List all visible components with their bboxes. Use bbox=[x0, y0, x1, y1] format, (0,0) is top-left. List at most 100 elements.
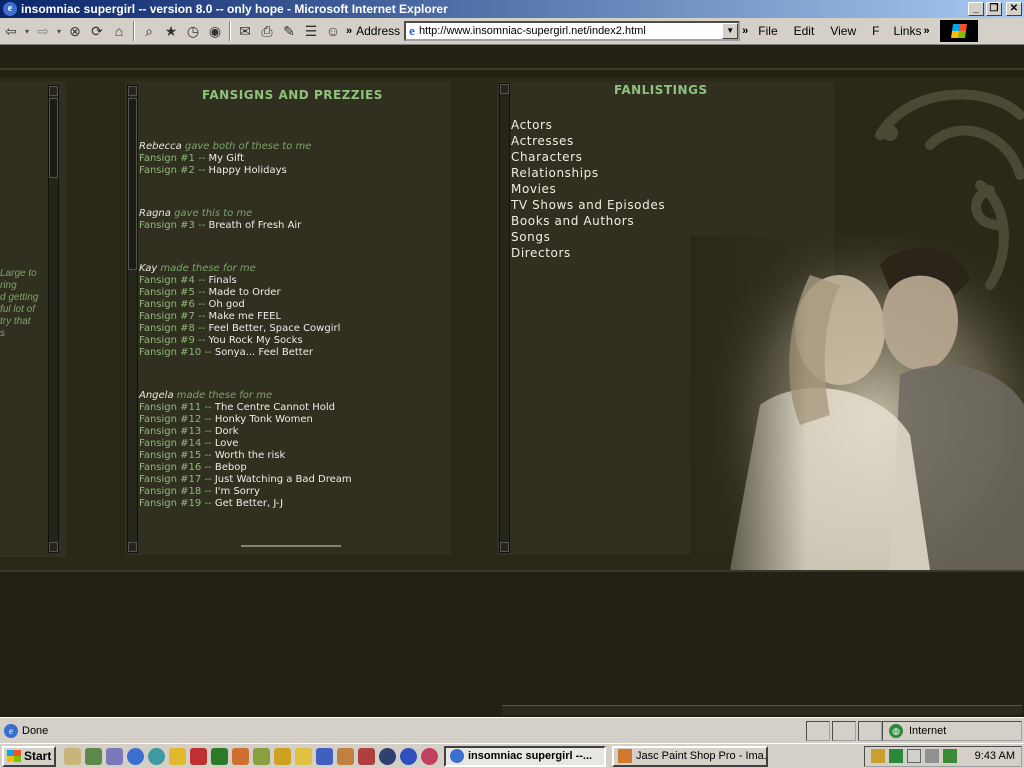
fansign-number[interactable]: Fansign #13 bbox=[139, 426, 201, 437]
fansign-number[interactable]: Fansign #18 bbox=[139, 486, 201, 497]
fansign-number[interactable]: Fansign #8 bbox=[139, 323, 195, 334]
task-paint-shop-pro[interactable]: Jasc Paint Shop Pro - Ima... bbox=[612, 745, 768, 767]
fansign-link[interactable]: Fansign #6 -- Oh god bbox=[139, 299, 439, 311]
back-icon[interactable]: ⇦ bbox=[0, 20, 22, 42]
fanlisting-link[interactable]: Directors bbox=[511, 245, 665, 261]
minimize-button[interactable]: _ bbox=[968, 2, 984, 16]
fansign-number[interactable]: Fansign #17 bbox=[139, 474, 201, 485]
discuss-icon[interactable]: ☰ bbox=[300, 20, 322, 42]
stop-icon[interactable]: ⊗ bbox=[64, 20, 86, 42]
quicklaunch-icon[interactable] bbox=[253, 747, 270, 765]
fansign-number[interactable]: Fansign #14 bbox=[139, 438, 201, 449]
scroll-up-arrow[interactable] bbox=[500, 84, 509, 94]
fansign-link[interactable]: Fansign #11 -- The Centre Cannot Hold bbox=[139, 402, 439, 414]
fansign-number[interactable]: Fansign #2 bbox=[139, 165, 195, 176]
title-bar[interactable]: e insomniac supergirl -- version 8.0 -- … bbox=[0, 0, 1024, 18]
scroll-down-arrow[interactable] bbox=[128, 542, 137, 552]
fansign-link[interactable]: Fansign #4 -- Finals bbox=[139, 275, 439, 287]
fansign-number[interactable]: Fansign #5 bbox=[139, 287, 195, 298]
fansign-number[interactable]: Fansign #12 bbox=[139, 414, 201, 425]
quicklaunch-icon[interactable] bbox=[232, 747, 249, 765]
volume-icon[interactable] bbox=[871, 749, 885, 763]
fansign-number[interactable]: Fansign #19 bbox=[139, 498, 201, 509]
fansign-number[interactable]: Fansign #11 bbox=[139, 402, 201, 413]
quicklaunch-icon[interactable] bbox=[400, 747, 417, 765]
close-button[interactable]: ✕ bbox=[1006, 2, 1022, 16]
fansign-link[interactable]: Fansign #13 -- Dork bbox=[139, 426, 439, 438]
address-bar[interactable]: e http://www.insomniac-supergirl.net/ind… bbox=[404, 21, 741, 41]
forward-icon[interactable]: ⇨ bbox=[32, 20, 54, 42]
quicklaunch-icon[interactable] bbox=[421, 747, 438, 765]
refresh-icon[interactable]: ⟳ bbox=[86, 20, 108, 42]
fansign-link[interactable]: Fansign #5 -- Made to Order bbox=[139, 287, 439, 299]
fansign-link[interactable]: Fansign #17 -- Just Watching a Bad Dream bbox=[139, 474, 439, 486]
forward-dropdown-icon[interactable]: ▾ bbox=[54, 27, 64, 36]
menu-edit[interactable]: Edit bbox=[794, 24, 815, 38]
fanlisting-link[interactable]: Movies bbox=[511, 181, 665, 197]
fansign-number[interactable]: Fansign #10 bbox=[139, 347, 201, 358]
ie-quicklaunch-icon[interactable] bbox=[127, 747, 144, 765]
toolbar-overflow-icon[interactable]: » bbox=[346, 25, 352, 37]
media-icon[interactable]: ◉ bbox=[204, 20, 226, 42]
quicklaunch-icon[interactable] bbox=[379, 747, 396, 765]
network-icon[interactable] bbox=[943, 749, 957, 763]
fanlisting-link[interactable]: TV Shows and Episodes bbox=[511, 197, 665, 213]
scroll-down-arrow[interactable] bbox=[49, 542, 58, 552]
fansign-link[interactable]: Fansign #16 -- Bebop bbox=[139, 462, 439, 474]
quicklaunch-icon[interactable] bbox=[337, 747, 354, 765]
links-overflow-icon[interactable]: » bbox=[923, 25, 929, 37]
scroll-thumb[interactable] bbox=[128, 98, 137, 270]
fansign-link[interactable]: Fansign #18 -- I'm Sorry bbox=[139, 486, 439, 498]
fansign-link[interactable]: Fansign #7 -- Make me FEEL bbox=[139, 311, 439, 323]
fanlisting-link[interactable]: Actors bbox=[511, 117, 665, 133]
scroll-up-arrow[interactable] bbox=[49, 86, 58, 96]
fanlisting-link[interactable]: Relationships bbox=[511, 165, 665, 181]
quicklaunch-icon[interactable] bbox=[169, 747, 186, 765]
history-icon[interactable]: ◷ bbox=[182, 20, 204, 42]
fansign-number[interactable]: Fansign #16 bbox=[139, 462, 201, 473]
fansign-link[interactable]: Fansign #15 -- Worth the risk bbox=[139, 450, 439, 462]
fansign-number[interactable]: Fansign #7 bbox=[139, 311, 195, 322]
fanlisting-link[interactable]: Actresses bbox=[511, 133, 665, 149]
quicklaunch-icon[interactable] bbox=[148, 747, 165, 765]
fansign-link[interactable]: Fansign #19 -- Get Better, J-J bbox=[139, 498, 439, 510]
fansign-link[interactable]: Fansign #1 -- My Gift bbox=[139, 153, 439, 165]
left-panel-scrollbar[interactable] bbox=[48, 85, 59, 553]
menu-file[interactable]: File bbox=[758, 24, 777, 38]
quicklaunch-icon[interactable] bbox=[358, 747, 375, 765]
back-dropdown-icon[interactable]: ▾ bbox=[22, 27, 32, 36]
fansign-number[interactable]: Fansign #3 bbox=[139, 220, 195, 231]
print-icon[interactable]: ⎙ bbox=[256, 20, 278, 42]
quicklaunch-icon[interactable] bbox=[106, 747, 123, 765]
fansign-link[interactable]: Fansign #9 -- You Rock My Socks bbox=[139, 335, 439, 347]
fansign-number[interactable]: Fansign #15 bbox=[139, 450, 201, 461]
search-icon[interactable]: ⌕ bbox=[138, 20, 160, 42]
quicklaunch-icon[interactable] bbox=[64, 747, 81, 765]
scroll-up-arrow[interactable] bbox=[128, 86, 137, 96]
quicklaunch-icon[interactable] bbox=[211, 747, 228, 765]
messenger-icon[interactable]: ☺ bbox=[322, 20, 344, 42]
tray-icon[interactable] bbox=[889, 749, 903, 763]
fansign-link[interactable]: Fansign #2 -- Happy Holidays bbox=[139, 165, 439, 177]
fansigns-scrollbar[interactable] bbox=[127, 85, 138, 553]
fansign-number[interactable]: Fansign #1 bbox=[139, 153, 195, 164]
mail-icon[interactable]: ✉ bbox=[234, 20, 256, 42]
horizontal-scrollbar[interactable] bbox=[502, 705, 1022, 715]
menu-view[interactable]: View bbox=[830, 24, 856, 38]
address-overflow-icon[interactable]: » bbox=[742, 25, 748, 37]
address-input[interactable]: http://www.insomniac-supergirl.net/index… bbox=[419, 25, 722, 37]
fansign-number[interactable]: Fansign #4 bbox=[139, 275, 195, 286]
fansign-link[interactable]: Fansign #12 -- Honky Tonk Women bbox=[139, 414, 439, 426]
scroll-down-arrow[interactable] bbox=[500, 542, 509, 552]
printer-icon[interactable] bbox=[925, 749, 939, 763]
fansign-number[interactable]: Fansign #6 bbox=[139, 299, 195, 310]
fansign-link[interactable]: Fansign #14 -- Love bbox=[139, 438, 439, 450]
start-button[interactable]: Start bbox=[2, 745, 56, 767]
quicklaunch-icon[interactable] bbox=[85, 747, 102, 765]
fansign-link[interactable]: Fansign #8 -- Feel Better, Space Cowgirl bbox=[139, 323, 439, 335]
fanlisting-link[interactable]: Songs bbox=[511, 229, 665, 245]
edit-icon[interactable]: ✎ bbox=[278, 20, 300, 42]
fansign-number[interactable]: Fansign #9 bbox=[139, 335, 195, 346]
favorites-icon[interactable]: ★ bbox=[160, 20, 182, 42]
fansign-link[interactable]: Fansign #10 -- Sonya... Feel Better bbox=[139, 347, 439, 359]
